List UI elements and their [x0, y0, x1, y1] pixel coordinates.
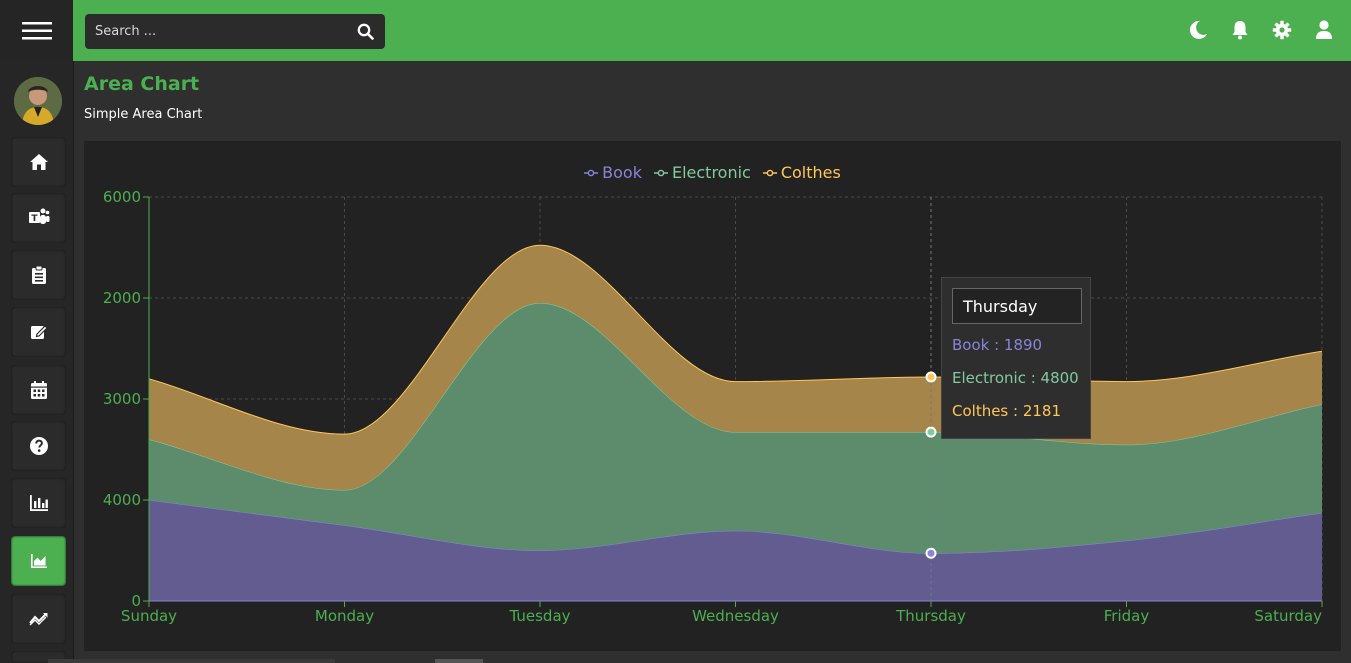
x-tick-label: Friday	[1104, 607, 1150, 625]
chart-legend: Book Electronic Colthes	[84, 163, 1341, 182]
trend-icon	[28, 613, 47, 626]
search-icon[interactable]	[357, 23, 374, 44]
user-icon[interactable]	[1313, 19, 1335, 41]
menu-button[interactable]	[0, 0, 73, 61]
page-title: Area Chart	[84, 73, 200, 95]
legend-item-book[interactable]: Book	[584, 163, 642, 182]
sidebar-item-trend[interactable]	[11, 594, 66, 644]
edit-icon	[30, 325, 48, 339]
menu-icon	[21, 21, 52, 39]
x-tick-label: Tuesday	[508, 607, 570, 625]
scrollbar-thumb[interactable]	[435, 659, 483, 663]
teams-icon: T	[28, 208, 49, 224]
y-tick-label: 6000	[103, 188, 141, 206]
legend-item-electronic[interactable]: Electronic	[653, 163, 751, 182]
active-dot-colthes[interactable]	[925, 371, 937, 383]
legend-marker-icon	[653, 169, 668, 176]
tooltip-row-colthes: Colthes : 2181	[952, 402, 1062, 420]
legend-marker-icon	[762, 169, 777, 176]
header-actions	[1187, 19, 1335, 41]
home-icon	[29, 154, 48, 170]
page-subtitle: Simple Area Chart	[84, 107, 203, 122]
bar-chart-icon	[29, 495, 48, 511]
sidebar-item-tasks[interactable]	[11, 250, 66, 300]
tooltip-row-book: Book : 1890	[952, 336, 1043, 354]
active-dot-book[interactable]	[925, 547, 937, 559]
y-tick-label: 4000	[103, 491, 141, 509]
gear-icon[interactable]	[1271, 19, 1293, 41]
tooltip-title: Thursday	[952, 288, 1082, 324]
help-icon	[29, 437, 48, 455]
svg-text:T: T	[31, 214, 38, 224]
x-tick-label: Thursday	[895, 607, 966, 625]
tooltip-row-electronic: Electronic : 4800	[952, 369, 1079, 387]
sidebar-item-calendar[interactable]	[11, 365, 66, 415]
legend-label: Electronic	[671, 163, 751, 182]
calendar-icon	[30, 381, 47, 399]
legend-item-colthes[interactable]: Colthes	[762, 163, 841, 182]
area-chart: 04000300020006000Sunday Monday Tuesday Wedn…	[103, 188, 1323, 625]
avatar[interactable]	[14, 77, 62, 125]
x-tick-label: Saturday	[1254, 607, 1322, 625]
y-tick-label: 2000	[103, 289, 141, 307]
x-tick-label: Sunday	[121, 607, 177, 625]
bell-icon[interactable]	[1229, 19, 1251, 41]
sidebar-item-edit[interactable]	[11, 307, 66, 357]
sidebar-item-teams[interactable]: T	[11, 193, 66, 243]
area-chart-icon	[30, 554, 47, 568]
search-input[interactable]	[85, 14, 360, 49]
sidebar-item-home[interactable]	[11, 137, 66, 187]
legend-label: Book	[602, 163, 642, 182]
moon-icon[interactable]	[1187, 19, 1209, 41]
search-box	[85, 14, 385, 49]
clipboard-icon	[31, 265, 46, 284]
legend-marker-icon	[584, 169, 599, 176]
active-dot-electronic[interactable]	[925, 426, 937, 438]
sidebar-item-area-chart[interactable]	[11, 536, 66, 586]
sidebar-item-bar-chart[interactable]	[11, 478, 66, 528]
chart-card: 0 4000 3000 2000 6000 Sunday Monday Tuesday Wedn…	[84, 141, 1341, 651]
x-tick-label: Monday	[315, 607, 374, 625]
chart-tooltip: Thursday Book : 1890 Electronic : 4800 C…	[941, 277, 1091, 439]
x-tick-label: Wednesday	[692, 607, 779, 625]
sidebar-item-help[interactable]	[11, 421, 66, 471]
legend-label: Colthes	[780, 163, 841, 182]
horizontal-scrollbar[interactable]	[48, 659, 335, 663]
y-tick-label: 3000	[103, 390, 141, 408]
